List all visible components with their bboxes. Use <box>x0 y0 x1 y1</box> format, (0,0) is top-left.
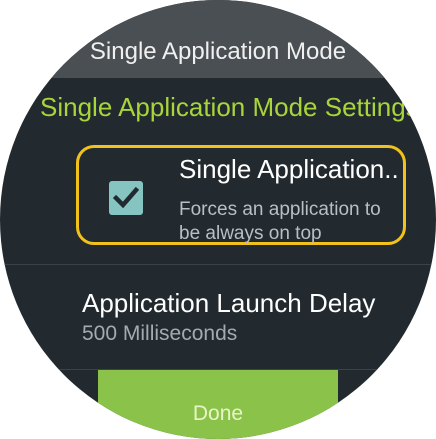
single-application-summary: Forces an application to be always on to… <box>179 199 381 244</box>
checkmark-icon <box>113 186 139 209</box>
done-button-label: Done <box>192 402 244 425</box>
watch-screen: Single Application Mode Single Applicati… <box>0 0 436 439</box>
launch-delay-title: Application Launch Delay <box>82 288 376 318</box>
single-application-setting[interactable]: Single Application... Forces an applicat… <box>76 145 406 245</box>
launch-delay-value: 500 Milliseconds <box>82 322 238 345</box>
done-button[interactable]: Done <box>0 370 436 439</box>
app-header: Single Application Mode <box>0 0 436 78</box>
section-title: Single Application Mode Settings <box>40 92 419 122</box>
single-application-title: Single Application... <box>179 154 401 184</box>
single-application-checkbox[interactable] <box>109 181 143 215</box>
app-title: Single Application Mode <box>89 38 347 65</box>
divider-top <box>0 264 436 265</box>
